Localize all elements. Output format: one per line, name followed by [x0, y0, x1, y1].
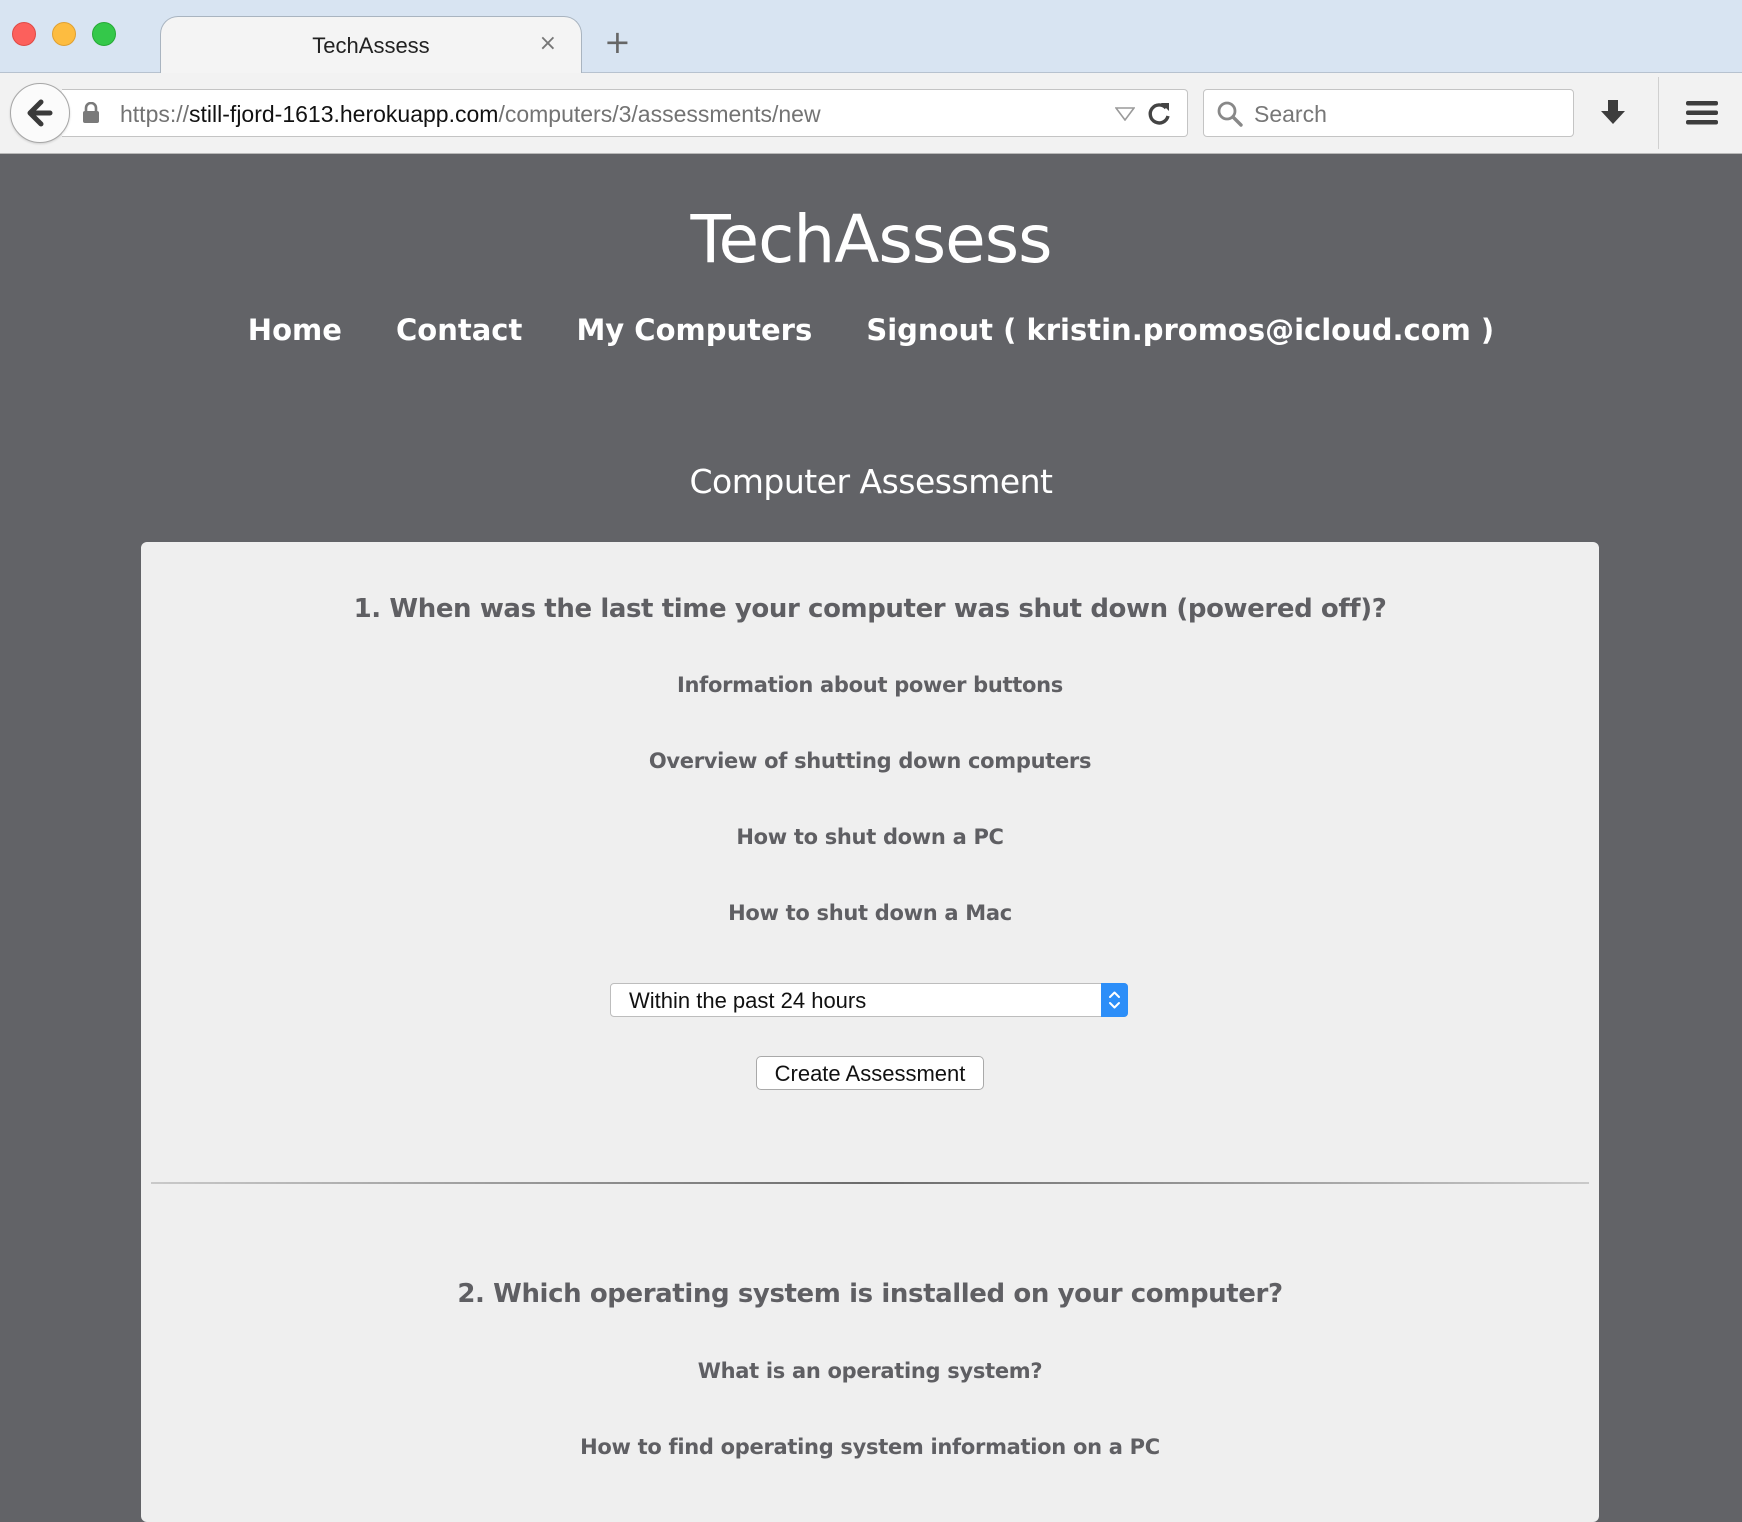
create-assessment-button[interactable]: Create Assessment	[756, 1056, 984, 1090]
url-host: still-fjord-1613.herokuapp.com	[189, 101, 499, 127]
minimize-window-button[interactable]	[52, 22, 76, 46]
page-heading: Computer Assessment	[689, 462, 1054, 501]
tab-title: TechAssess	[312, 33, 430, 58]
question-1: 1. When was the last time your computer …	[353, 594, 1387, 624]
search-icon	[1217, 101, 1243, 127]
close-window-button[interactable]	[12, 22, 36, 46]
resource-link[interactable]: How to shut down a Mac	[141, 901, 1599, 925]
search-bar[interactable]: Search	[1203, 89, 1574, 137]
nav-link-home[interactable]: Home	[248, 313, 342, 347]
site-title: TechAssess	[690, 201, 1052, 278]
history-dropdown-icon[interactable]	[1115, 107, 1135, 121]
select-value: Within the past 24 hours	[629, 988, 867, 1013]
chevron-up-down-icon	[1109, 991, 1120, 1009]
browser-toolbar: https://still-fjord-1613.herokuapp.com/c…	[0, 73, 1742, 154]
nav-link-contact[interactable]: Contact	[396, 313, 522, 347]
assessment-panel: 1. When was the last time your computer …	[141, 542, 1599, 1522]
select-arrow[interactable]	[1101, 983, 1128, 1017]
toolbar-separator	[1658, 77, 1659, 149]
resource-link[interactable]: What is an operating system?	[141, 1359, 1599, 1383]
lock-icon	[83, 102, 99, 123]
browser-tab[interactable]: TechAssess ×	[160, 16, 582, 74]
site-nav: Home Contact My Computers Signout ( kris…	[0, 313, 1742, 347]
nav-link-signout[interactable]: Signout ( kristin.promos@icloud.com )	[866, 313, 1494, 347]
resource-link[interactable]: How to find operating system information…	[141, 1435, 1599, 1459]
shutdown-select[interactable]: Within the past 24 hours	[610, 983, 1128, 1017]
resource-link[interactable]: Overview of shutting down computers	[141, 749, 1599, 773]
reload-icon[interactable]	[1145, 100, 1173, 128]
divider	[151, 1182, 1589, 1184]
url-scheme: https://	[120, 101, 190, 127]
resource-link[interactable]: How to shut down a PC	[141, 825, 1599, 849]
nav-link-my-computers[interactable]: My Computers	[576, 313, 812, 347]
download-icon[interactable]	[1598, 98, 1628, 128]
resource-link[interactable]: Information about power buttons	[141, 673, 1599, 697]
hamburger-menu-icon[interactable]	[1686, 100, 1718, 126]
url-bar[interactable]: https://still-fjord-1613.herokuapp.com/c…	[62, 89, 1188, 137]
new-tab-icon[interactable]: +	[604, 26, 631, 58]
tab-close-icon[interactable]: ×	[539, 31, 557, 56]
back-button[interactable]	[10, 83, 70, 143]
back-arrow-icon	[27, 99, 53, 127]
question-2: 2. Which operating system is installed o…	[457, 1279, 1283, 1309]
maximize-window-button[interactable]	[92, 22, 116, 46]
url-path: /computers/3/assessments/new	[498, 101, 821, 127]
browser-tab-bar: TechAssess × +	[0, 0, 1742, 74]
url-text[interactable]: https://still-fjord-1613.herokuapp.com/c…	[120, 101, 821, 128]
search-input[interactable]: Search	[1254, 101, 1327, 128]
